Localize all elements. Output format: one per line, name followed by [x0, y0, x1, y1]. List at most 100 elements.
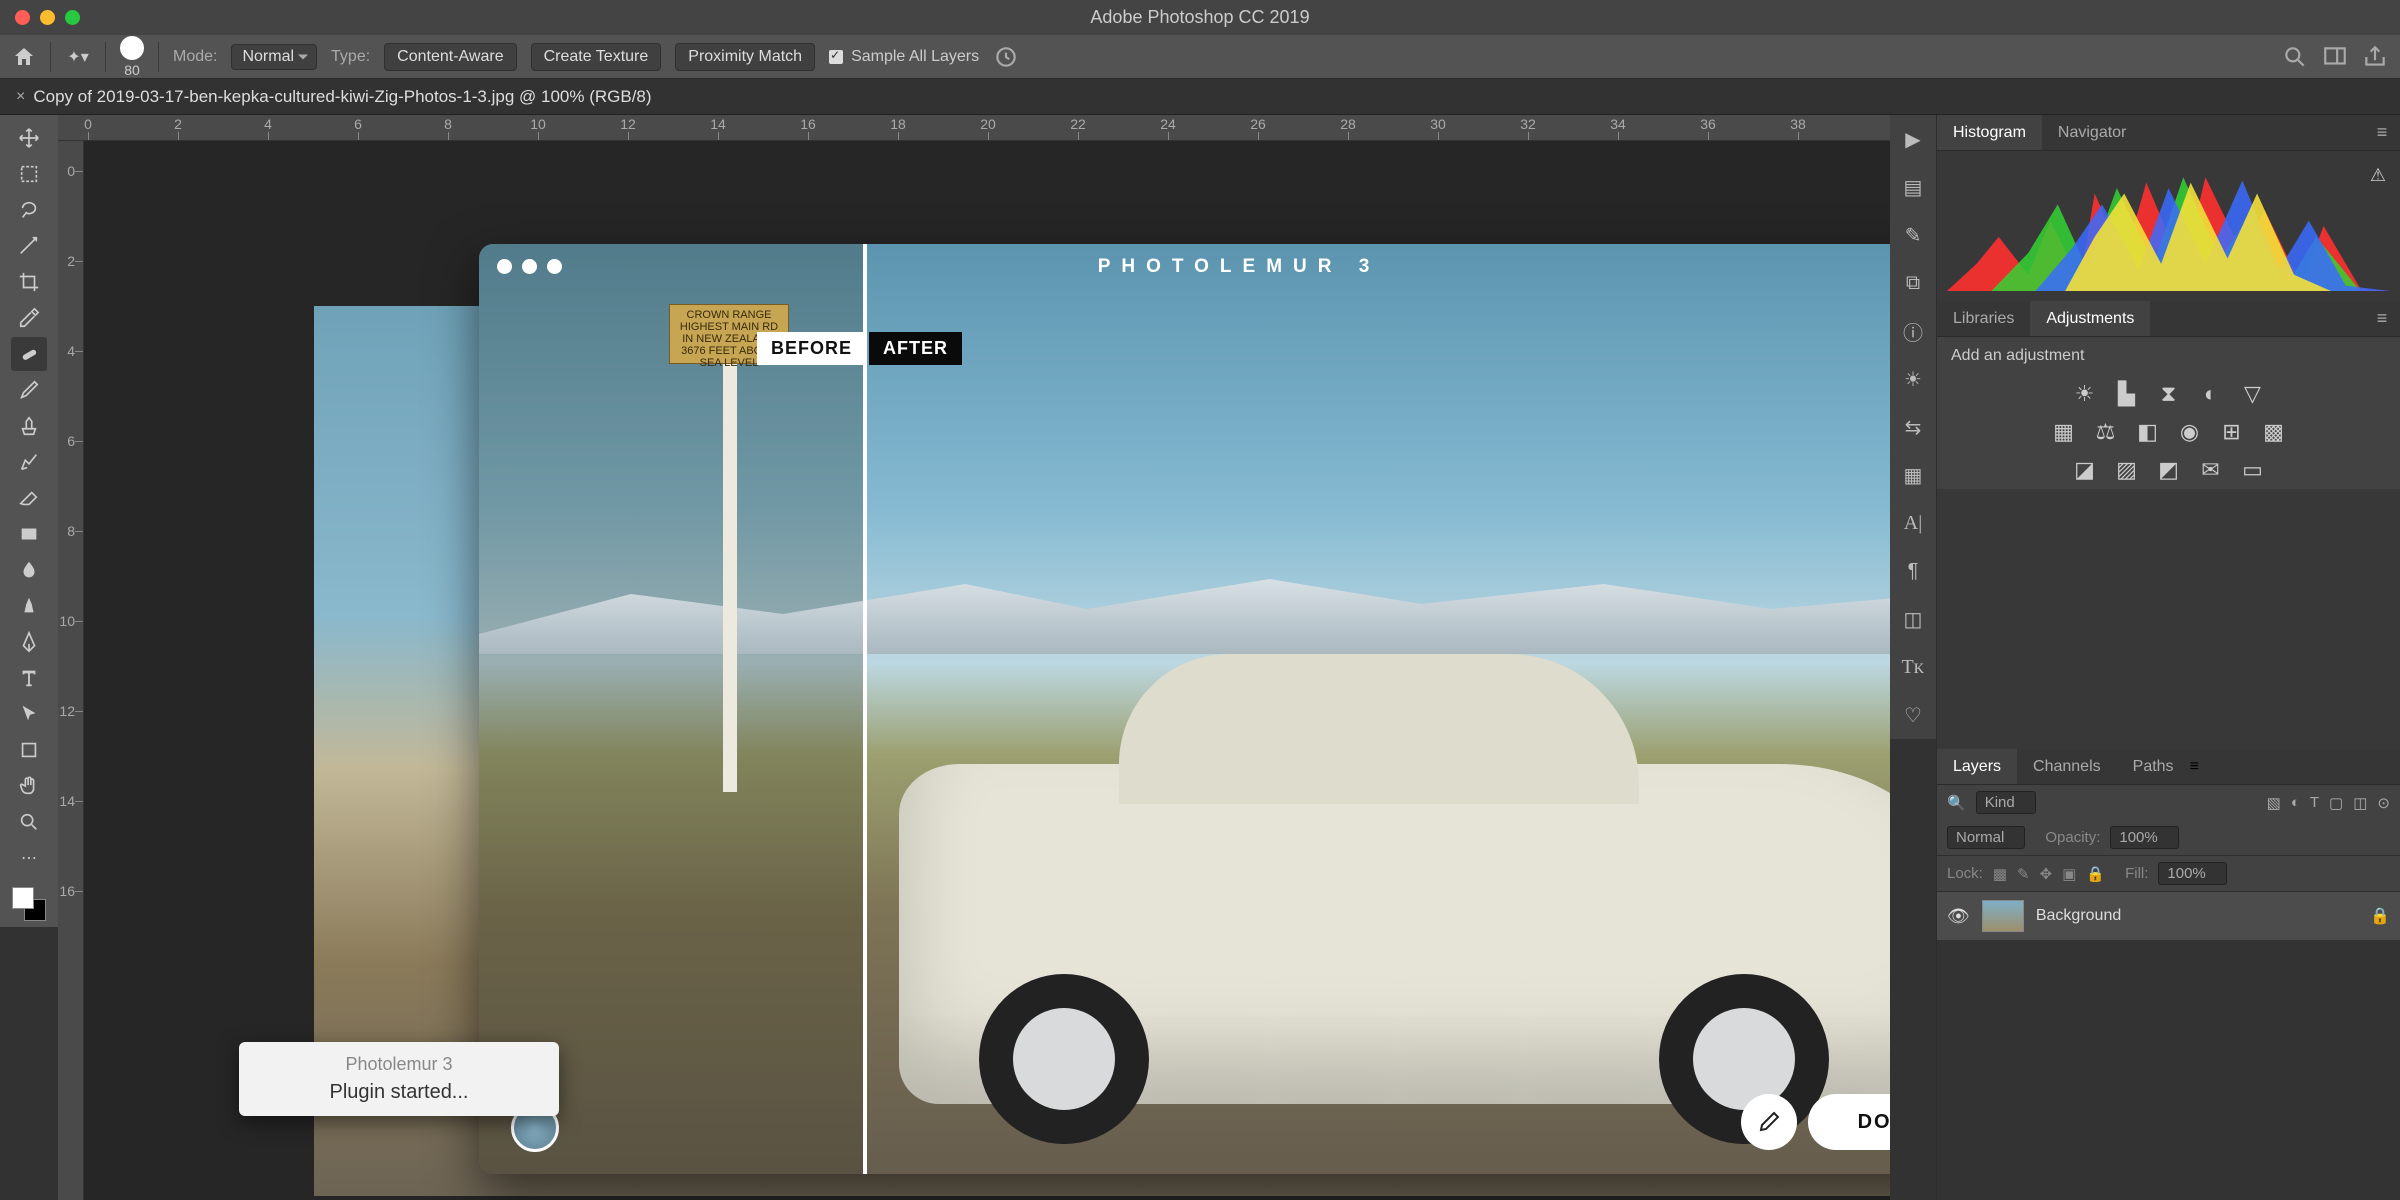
character-icon[interactable]: A| [1901, 511, 1925, 535]
3d-icon[interactable]: ◫ [1901, 607, 1925, 631]
tab-libraries[interactable]: Libraries [1937, 301, 2030, 336]
crop-tool[interactable] [11, 265, 47, 299]
tab-layers[interactable]: Layers [1937, 749, 2017, 784]
curves-icon[interactable]: ⧗ [2155, 381, 2183, 407]
search-icon[interactable] [2282, 44, 2308, 70]
edit-toolbar-icon[interactable]: ⋯ [11, 841, 47, 875]
history-brush-tool[interactable] [11, 445, 47, 479]
info-icon[interactable]: ⓘ [1901, 319, 1925, 343]
filter-shape-icon[interactable]: ▢ [2329, 794, 2343, 812]
opacity-value[interactable]: 100% [2110, 826, 2178, 849]
brush-size[interactable]: 80 [120, 36, 144, 78]
blend-mode-dropdown[interactable]: Normal [231, 44, 317, 70]
plugin-dot[interactable] [497, 259, 512, 274]
ruler-horizontal[interactable]: 02468101214161820222426283032343638 [58, 115, 1890, 141]
shape-tool[interactable] [11, 733, 47, 767]
clone-panel-icon[interactable]: ⧉ [1901, 271, 1925, 295]
panel-menu-icon[interactable]: ≡ [2190, 758, 2199, 776]
play-icon[interactable]: ▶ [1901, 127, 1925, 151]
spot-heal-tool[interactable] [11, 337, 47, 371]
filter-type-icon[interactable]: T [2310, 794, 2319, 811]
gradient-tool[interactable] [11, 517, 47, 551]
lock-artboard-icon[interactable]: ▣ [2062, 865, 2076, 883]
eyedropper-tool[interactable] [11, 301, 47, 335]
ruler-vertical[interactable]: 0246810121416 [58, 141, 84, 1200]
brush-panel-icon[interactable]: ✎ [1901, 223, 1925, 247]
channel-mixer-icon[interactable]: ⊞ [2218, 419, 2246, 445]
layer-row-background[interactable]: 👁 Background 🔒 [1937, 892, 2400, 940]
quick-select-tool[interactable] [11, 229, 47, 263]
minimize-icon[interactable] [40, 10, 55, 25]
type-tool[interactable] [11, 661, 47, 695]
threshold-icon[interactable]: ◩ [2155, 457, 2183, 483]
create-texture-button[interactable]: Create Texture [531, 43, 662, 71]
glyphs-icon[interactable]: Tᴋ [1901, 655, 1925, 679]
posterize-icon[interactable]: ▨ [2113, 457, 2141, 483]
hue-icon[interactable]: ▦ [2050, 419, 2078, 445]
filter-adjust-icon[interactable]: ◐ [2291, 794, 2300, 811]
fill-value[interactable]: 100% [2158, 862, 2226, 885]
balance-icon[interactable]: ⚖ [2092, 419, 2120, 445]
warning-icon[interactable]: ⚠ [2370, 165, 2386, 186]
filter-pixel-icon[interactable]: ▧ [2267, 794, 2281, 812]
workspace-icon[interactable] [2322, 44, 2348, 70]
zoom-tool-icon[interactable] [11, 805, 47, 839]
tab-histogram[interactable]: Histogram [1937, 115, 2042, 150]
bw-icon[interactable]: ◧ [2134, 419, 2162, 445]
eraser-tool[interactable] [11, 481, 47, 515]
visibility-icon[interactable]: 👁 [1947, 906, 1970, 927]
done-button[interactable]: DONE [1808, 1094, 1890, 1150]
close-tab-icon[interactable]: × [8, 88, 33, 106]
layer-name[interactable]: Background [2036, 907, 2358, 925]
brightness-icon[interactable]: ☀ [2071, 381, 2099, 407]
path-select-tool[interactable] [11, 697, 47, 731]
blend-mode-dropdown[interactable]: Normal [1947, 826, 2025, 849]
tips-icon[interactable]: ♡ [1901, 703, 1925, 727]
document-tab-title[interactable]: Copy of 2019-03-17-ben-kepka-cultured-ki… [33, 87, 651, 107]
foreground-color-swatch[interactable] [12, 887, 34, 909]
gradient-map-icon[interactable]: ▭ [2239, 457, 2267, 483]
canvas-area[interactable]: CROWN RANGE HIGHEST MAIN RD IN NEW ZEALA… [84, 141, 1890, 1200]
blur-tool[interactable] [11, 553, 47, 587]
color-swatches[interactable] [12, 887, 46, 921]
invert-icon[interactable]: ◪ [2071, 457, 2099, 483]
lut-icon[interactable]: ▩ [2260, 419, 2288, 445]
paragraph-icon[interactable]: ¶ [1901, 559, 1925, 583]
filter-smart-icon[interactable]: ◫ [2353, 794, 2367, 812]
levels-icon[interactable]: ▙ [2113, 381, 2141, 407]
zoom-icon[interactable] [65, 10, 80, 25]
lock-trans-icon[interactable]: ▩ [1993, 865, 2007, 883]
pressure-icon[interactable] [993, 44, 1019, 70]
clone-stamp-tool[interactable] [11, 409, 47, 443]
dodge-tool[interactable] [11, 589, 47, 623]
styles-icon[interactable]: ▦ [1901, 463, 1925, 487]
brush-tool[interactable] [11, 373, 47, 407]
exposure-icon[interactable]: ◐ [2197, 381, 2225, 407]
pen-tool[interactable] [11, 625, 47, 659]
filter-toggle-icon[interactable]: ⊙ [2377, 794, 2390, 812]
panel-menu-icon[interactable]: ≡ [2364, 122, 2400, 143]
compare-slider[interactable] [863, 244, 867, 1174]
tab-paths[interactable]: Paths [2117, 749, 2190, 784]
tab-navigator[interactable]: Navigator [2042, 115, 2142, 150]
proximity-match-button[interactable]: Proximity Match [675, 43, 815, 71]
filter-kind-dropdown[interactable]: Kind [1976, 791, 2036, 814]
tool-preset-icon[interactable]: ✦▾ [65, 44, 91, 70]
lock-all-icon[interactable]: 🔒 [2086, 865, 2105, 883]
lock-paint-icon[interactable]: ✎ [2017, 865, 2030, 883]
swap-icon[interactable]: ⇆ [1901, 415, 1925, 439]
selective-icon[interactable]: ✉ [2197, 457, 2225, 483]
home-icon[interactable] [12, 45, 36, 69]
plugin-dot[interactable] [522, 259, 537, 274]
share-icon[interactable] [2362, 44, 2388, 70]
close-icon[interactable] [15, 10, 30, 25]
lasso-tool[interactable] [11, 193, 47, 227]
content-aware-button[interactable]: Content-Aware [384, 43, 516, 71]
marquee-tool[interactable] [11, 157, 47, 191]
hand-tool[interactable] [11, 769, 47, 803]
tab-adjustments[interactable]: Adjustments [2030, 301, 2150, 336]
tab-channels[interactable]: Channels [2017, 749, 2117, 784]
move-tool[interactable] [11, 121, 47, 155]
plugin-dot[interactable] [547, 259, 562, 274]
panel-icon[interactable]: ▤ [1901, 175, 1925, 199]
